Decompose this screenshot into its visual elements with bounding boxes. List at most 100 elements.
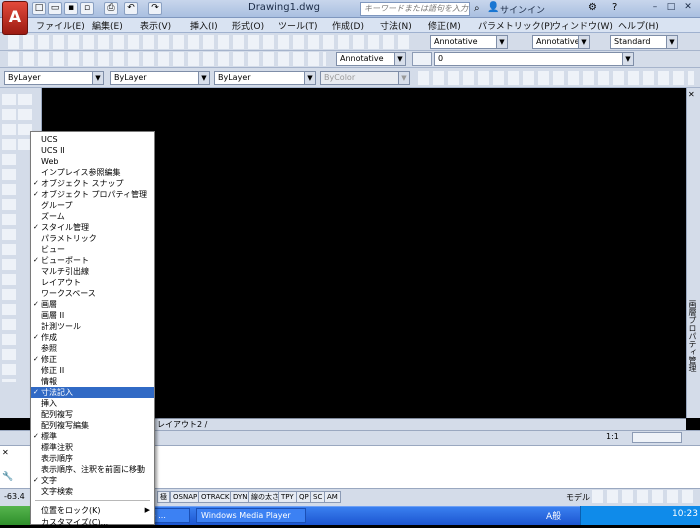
dimension-style-combo[interactable]: Annotative ▼ bbox=[336, 52, 406, 66]
context-menu-item-label: 修正 II bbox=[41, 366, 65, 375]
color-value: ByLayer bbox=[8, 73, 41, 82]
context-menu-item[interactable]: ✓ 文字 bbox=[31, 475, 154, 486]
status-lineweight-button[interactable]: 線の太さ bbox=[248, 491, 282, 503]
context-menu-item[interactable]: 表示順序 bbox=[31, 453, 154, 464]
chevron-down-icon: ▼ bbox=[622, 53, 633, 65]
layer-properties-palette-label[interactable]: 画層プロパティ管理 bbox=[688, 300, 698, 372]
search-icon[interactable]: ⌕ bbox=[474, 3, 480, 14]
annotation-visibility-icons[interactable] bbox=[632, 432, 682, 443]
redo-icon[interactable]: ↷ bbox=[148, 2, 162, 15]
context-menu-item[interactable]: ズーム bbox=[31, 211, 154, 222]
menu-tools[interactable]: ツール(T) bbox=[278, 19, 318, 32]
ime-indicator[interactable]: A般 bbox=[546, 509, 561, 522]
menu-draw[interactable]: 作成(D) bbox=[332, 19, 364, 32]
text-style-combo[interactable]: Annotative ▼ bbox=[430, 35, 508, 49]
open-icon[interactable]: ▭ bbox=[48, 2, 62, 15]
application-menu-button[interactable]: A bbox=[2, 1, 28, 35]
context-menu-item[interactable]: Web bbox=[31, 156, 154, 167]
print-icon[interactable]: ⎙ bbox=[104, 2, 118, 15]
menu-file[interactable]: ファイル(E) bbox=[36, 19, 85, 32]
save-icon[interactable]: ▪ bbox=[64, 2, 78, 15]
model-label[interactable]: モデル bbox=[566, 492, 590, 503]
context-menu-item[interactable]: 情報 bbox=[31, 376, 154, 387]
context-menu-item[interactable]: グループ bbox=[31, 200, 154, 211]
undo-icon[interactable]: ↶ bbox=[124, 2, 138, 15]
color-combo[interactable]: ByLayer ▼ bbox=[4, 71, 104, 85]
context-menu-item[interactable]: ✓ ビューポート bbox=[31, 255, 154, 266]
wrench-icon[interactable]: 🔧 bbox=[2, 472, 13, 482]
layer-combo[interactable]: 0 ▼ bbox=[434, 52, 634, 66]
context-menu-customize[interactable]: カスタマイズ(C)... bbox=[31, 517, 154, 528]
context-menu-item[interactable]: ビュー bbox=[31, 244, 154, 255]
context-menu-item[interactable]: マルチ引出線 bbox=[31, 266, 154, 277]
close-icon[interactable]: ✕ bbox=[2, 448, 9, 457]
lineweight-combo[interactable]: ByLayer ▼ bbox=[214, 71, 316, 85]
tab-layout2[interactable]: レイアウト2 / bbox=[157, 419, 207, 430]
context-menu-item[interactable]: ✓ 標準 bbox=[31, 431, 154, 442]
context-menu-item[interactable]: ✓ 作成 bbox=[31, 332, 154, 343]
context-menu-lock-location[interactable]: 位置をロック(K) ▶ bbox=[31, 505, 154, 516]
menu-window[interactable]: ウィンドウ(W) bbox=[552, 19, 613, 32]
plotstyle-combo[interactable]: ByColor ▼ bbox=[320, 71, 410, 85]
linetype-combo[interactable]: ByLayer ▼ bbox=[110, 71, 210, 85]
layer-props-icon[interactable] bbox=[412, 52, 432, 66]
context-menu-item[interactable]: レイアウト bbox=[31, 277, 154, 288]
context-menu-item[interactable]: ✓ オブジェクト スナップ bbox=[31, 178, 154, 189]
signin-link[interactable]: サインイン bbox=[500, 3, 545, 16]
context-menu-item[interactable]: ✓ 寸法記入 bbox=[31, 387, 154, 398]
dimension-toolbar-icons[interactable] bbox=[6, 52, 326, 66]
context-menu-item[interactable]: ✓ 修正 bbox=[31, 354, 154, 365]
dim-style-combo[interactable]: Annotative ▼ bbox=[532, 35, 590, 49]
close-button[interactable]: ✕ bbox=[681, 2, 695, 15]
context-menu-item[interactable]: 計測ツール bbox=[31, 321, 154, 332]
status-am-button[interactable]: AM bbox=[324, 491, 341, 503]
standard-toolbar-icons[interactable] bbox=[6, 35, 411, 49]
user-icon[interactable]: 👤 bbox=[487, 2, 499, 13]
menu-format[interactable]: 形式(O) bbox=[232, 19, 264, 32]
search-input[interactable]: キーワードまたは語句を入力 bbox=[360, 2, 470, 16]
close-icon[interactable]: ✕ bbox=[688, 90, 695, 99]
minimize-button[interactable]: – bbox=[648, 2, 662, 15]
osnap-toolbar-icons[interactable] bbox=[416, 71, 694, 85]
context-menu-item[interactable]: UCS bbox=[31, 134, 154, 145]
chevron-down-icon: ▼ bbox=[496, 36, 507, 48]
menu-modify[interactable]: 修正(M) bbox=[428, 19, 461, 32]
context-menu-item[interactable]: 画層 II bbox=[31, 310, 154, 321]
help-icon[interactable]: ? bbox=[612, 2, 617, 13]
draw-toolbar-icons[interactable] bbox=[2, 92, 16, 382]
status-tray-icons[interactable] bbox=[590, 490, 694, 503]
context-menu-item[interactable]: UCS II bbox=[31, 145, 154, 156]
menu-view[interactable]: 表示(V) bbox=[140, 19, 171, 32]
context-menu-item[interactable]: インプレイス参照編集 bbox=[31, 167, 154, 178]
context-menu-item[interactable]: 表示順序、注釈を前面に移動 bbox=[31, 464, 154, 475]
context-menu-item[interactable]: 修正 II bbox=[31, 365, 154, 376]
annotation-scale[interactable]: 1:1 bbox=[606, 432, 619, 441]
context-menu-item[interactable]: 配列複写 bbox=[31, 409, 154, 420]
status-polar-button[interactable]: 極 bbox=[157, 491, 170, 503]
menu-insert[interactable]: 挿入(I) bbox=[190, 19, 218, 32]
exchange-icon[interactable]: ⚙ bbox=[588, 2, 597, 13]
menu-edit[interactable]: 編集(E) bbox=[92, 19, 123, 32]
maximize-button[interactable]: □ bbox=[664, 2, 678, 15]
status-osnap-button[interactable]: OSNAP bbox=[170, 491, 201, 503]
context-menu-item[interactable]: ✓ スタイル管理 bbox=[31, 222, 154, 233]
context-menu-item[interactable]: ✓ オブジェクト プロパティ管理 bbox=[31, 189, 154, 200]
save-as-icon[interactable]: ▫ bbox=[80, 2, 94, 15]
table-style-combo[interactable]: Standard ▼ bbox=[610, 35, 678, 49]
status-tpy-button[interactable]: TPY bbox=[278, 491, 297, 503]
menu-help[interactable]: ヘルプ(H) bbox=[618, 19, 659, 32]
menu-dimension[interactable]: 寸法(N) bbox=[380, 19, 412, 32]
context-menu-item[interactable]: 参照 bbox=[31, 343, 154, 354]
menu-parametric[interactable]: パラメトリック(P) bbox=[478, 19, 553, 32]
context-menu-item[interactable]: ワークスペース bbox=[31, 288, 154, 299]
context-menu-item[interactable]: ✓ 画層 bbox=[31, 299, 154, 310]
checkmark-icon: ✓ bbox=[33, 179, 39, 187]
context-menu-item[interactable]: 配列複写編集 bbox=[31, 420, 154, 431]
context-menu-item[interactable]: 挿入 bbox=[31, 398, 154, 409]
task-media-player[interactable]: Windows Media Player bbox=[196, 508, 306, 523]
context-menu-item[interactable]: 標準注釈 bbox=[31, 442, 154, 453]
status-otrack-button[interactable]: OTRACK bbox=[198, 491, 233, 503]
context-menu-item[interactable]: 文字検索 bbox=[31, 486, 154, 497]
context-menu-item[interactable]: パラメトリック bbox=[31, 233, 154, 244]
new-icon[interactable]: □ bbox=[32, 2, 46, 15]
